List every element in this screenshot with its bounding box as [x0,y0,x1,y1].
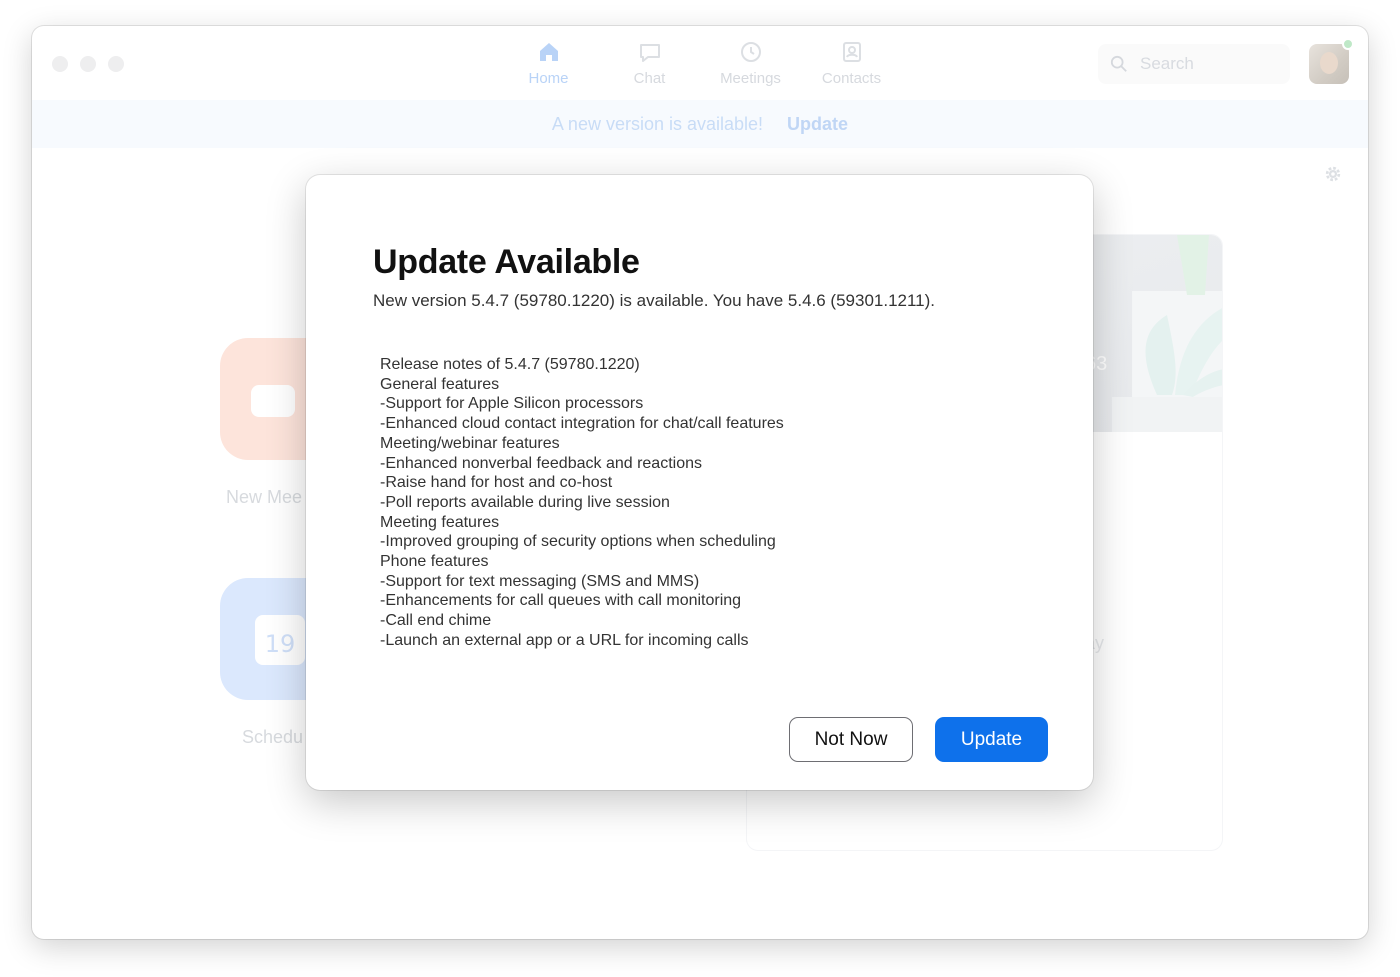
schedule-label: Schedu [242,727,304,747]
not-now-button[interactable]: Not Now [789,717,913,762]
tab-home[interactable]: Home [498,40,599,87]
title-bar: Home Chat Meetings Contacts Search [32,26,1368,100]
gear-icon[interactable] [1324,165,1342,183]
release-note-line: -Call end chime [380,612,492,630]
release-note-line: -Enhanced cloud contact integration for … [380,415,784,433]
search-icon [1110,55,1127,72]
calendar-day: 19 [264,630,296,658]
home-icon [539,43,558,61]
tab-chat-label: Chat [633,70,666,87]
release-note-line: -Support for Apple Silicon processors [380,395,644,413]
avatar[interactable] [1309,44,1349,84]
tab-meetings[interactable]: Meetings [700,40,801,87]
avatar-face [1320,52,1338,74]
zoom-window-button[interactable] [108,56,124,72]
chat-icon [639,44,660,62]
tab-meetings-label: Meetings [720,70,781,87]
tab-chat[interactable]: Chat [599,40,700,87]
search-placeholder: Search [1140,54,1194,73]
update-button[interactable]: Update [935,717,1048,762]
top-nav: Home Chat Meetings Contacts [498,40,902,87]
video-camera-icon [251,385,295,417]
tab-contacts-label: Contacts [821,70,882,87]
clock-icon [740,42,761,62]
release-notes-scroll-area[interactable]: Release notes of 5.4.7 (59780.1220) Gener… [380,355,1030,655]
calendar-icon: 19 [255,615,305,665]
contact-card-icon [842,42,861,62]
release-note-line: -Launch an external app or a URL for inc… [380,631,749,649]
release-note-line: Phone features [380,553,489,571]
release-note-line: Meeting features [380,513,500,531]
search-field[interactable]: Search [1098,44,1290,84]
dialog-subtitle: New version 5.4.7 (59780.1220) is availa… [373,291,936,310]
presence-status-dot [1342,38,1354,50]
release-note-line: -Support for text messaging (SMS and MMS… [380,572,700,590]
release-note-line: -Enhancements for call queues with call … [380,592,742,610]
new-meeting-label: New Mee [226,487,303,507]
release-note-line: Release notes of 5.4.7 (59780.1220) [380,356,640,373]
close-window-button[interactable] [52,56,68,72]
banner-text: A new version is available! [551,113,764,134]
release-note-line: -Enhanced nonverbal feedback and reactio… [380,454,702,472]
release-note-line: -Improved grouping of security options w… [380,533,776,551]
minimize-window-button[interactable] [80,56,96,72]
dialog-title: Update Available [373,243,640,281]
banner-update-link[interactable]: Update [787,114,848,135]
release-note-line: -Raise hand for host and co-host [380,474,613,492]
tab-home-label: Home [528,70,569,87]
update-dialog: Update Available New version 5.4.7 (5978… [306,175,1093,790]
release-note-line: Meeting/webinar features [380,434,560,452]
release-note-line: General features [380,375,500,393]
update-banner: A new version is available! Update [32,100,1368,148]
release-note-line: -Poll reports available during live sess… [380,493,670,511]
tab-contacts[interactable]: Contacts [801,40,902,87]
